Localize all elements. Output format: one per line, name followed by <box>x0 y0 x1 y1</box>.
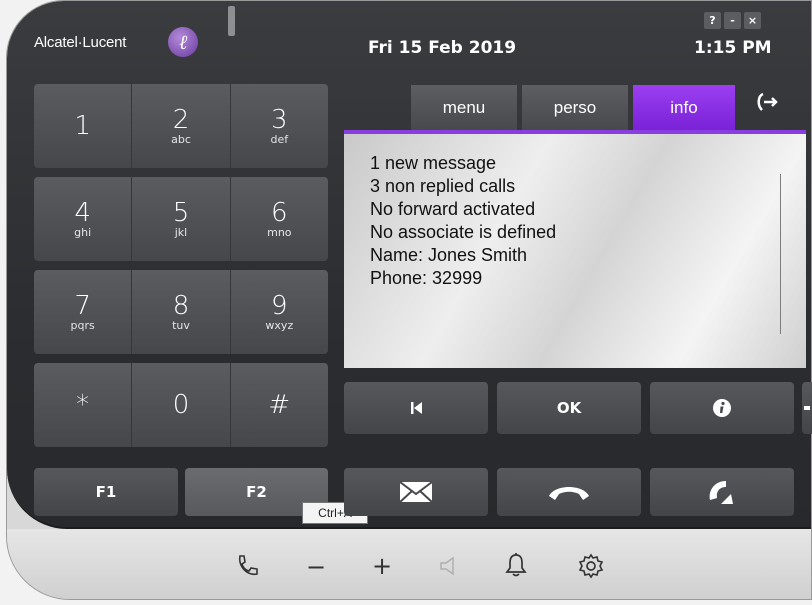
bell-icon[interactable] <box>504 552 528 578</box>
tab-info[interactable]: info <box>633 85 735 130</box>
f1-button[interactable]: F1 <box>34 468 178 516</box>
info-line-messages: 1 new message <box>370 153 497 173</box>
key-8[interactable]: 8 tuv <box>132 270 231 354</box>
key-4[interactable]: 4 ghi <box>34 177 133 261</box>
key-9[interactable]: 9 wxyz <box>231 270 328 354</box>
info-icon <box>713 399 731 417</box>
volume-up-icon[interactable]: + <box>372 552 392 580</box>
info-line-phone: Phone: 32999 <box>370 268 483 288</box>
info-button[interactable] <box>650 382 794 434</box>
exit-icon[interactable] <box>754 90 780 120</box>
hangup-icon <box>549 487 589 500</box>
keypad-row-2: 4 ghi 5 jkl 6 mno <box>34 177 328 261</box>
date-display: Fri 15 Feb 2019 <box>368 38 517 58</box>
key-1[interactable]: 1 <box>34 84 133 168</box>
info-screen: 1 new message 3 non replied calls No for… <box>344 130 806 368</box>
bottom-control-bar <box>7 529 811 599</box>
keypad-row-3: 7 pqrs 8 tuv 9 wxyz <box>34 270 328 354</box>
info-line-name: Name: Jones Smith <box>370 245 528 265</box>
key-6[interactable]: 6 mno <box>231 177 328 261</box>
info-line-associate: No associate is defined <box>370 222 557 242</box>
settings-icon[interactable] <box>578 553 604 579</box>
key-0[interactable]: 0 <box>132 363 231 447</box>
skip-back-icon <box>411 402 422 414</box>
tab-menu[interactable]: menu <box>411 85 517 130</box>
time-display: 1:15 PM <box>694 38 772 58</box>
close-button[interactable]: × <box>744 12 761 29</box>
volume-down-icon[interactable]: − <box>306 553 326 581</box>
hangup-button[interactable] <box>497 468 641 516</box>
info-line-forward: No forward activated <box>370 199 536 219</box>
minimize-button[interactable]: - <box>724 12 741 29</box>
key-3[interactable]: 3 def <box>231 84 328 168</box>
screen-scrollbar[interactable] <box>780 174 781 334</box>
ok-button[interactable]: OK <box>497 382 641 434</box>
keypad-row-4: * 0 # <box>34 363 328 447</box>
tab-perso[interactable]: perso <box>522 85 628 130</box>
call-forward-button[interactable] <box>650 468 794 516</box>
help-button[interactable]: ? <box>704 12 721 29</box>
mail-icon <box>399 481 433 503</box>
mail-button[interactable] <box>344 468 488 516</box>
call-forward-icon <box>709 481 733 504</box>
phone-device: Alcatel·Lucent ℓ Fri 15 Feb 2019 1:15 PM… <box>0 0 812 605</box>
next-button[interactable] <box>802 382 812 434</box>
previous-button[interactable] <box>344 382 488 434</box>
keypad-row-1: 1 2 abc 3 def <box>34 84 328 168</box>
key-2[interactable]: 2 abc <box>132 84 231 168</box>
handset-icon[interactable] <box>234 553 260 579</box>
info-lines: 1 new message 3 non replied calls No for… <box>370 152 556 290</box>
key-hash[interactable]: # <box>231 363 328 447</box>
info-line-calls: 3 non replied calls <box>370 176 516 196</box>
key-5[interactable]: 5 jkl <box>132 177 231 261</box>
window-drag-handle[interactable] <box>228 6 235 36</box>
brand-logo-icon: ℓ <box>168 27 198 57</box>
speaker-icon[interactable] <box>438 555 460 577</box>
key-star[interactable]: * <box>34 363 133 447</box>
key-7[interactable]: 7 pqrs <box>34 270 133 354</box>
brand-name: Alcatel·Lucent <box>34 34 127 51</box>
